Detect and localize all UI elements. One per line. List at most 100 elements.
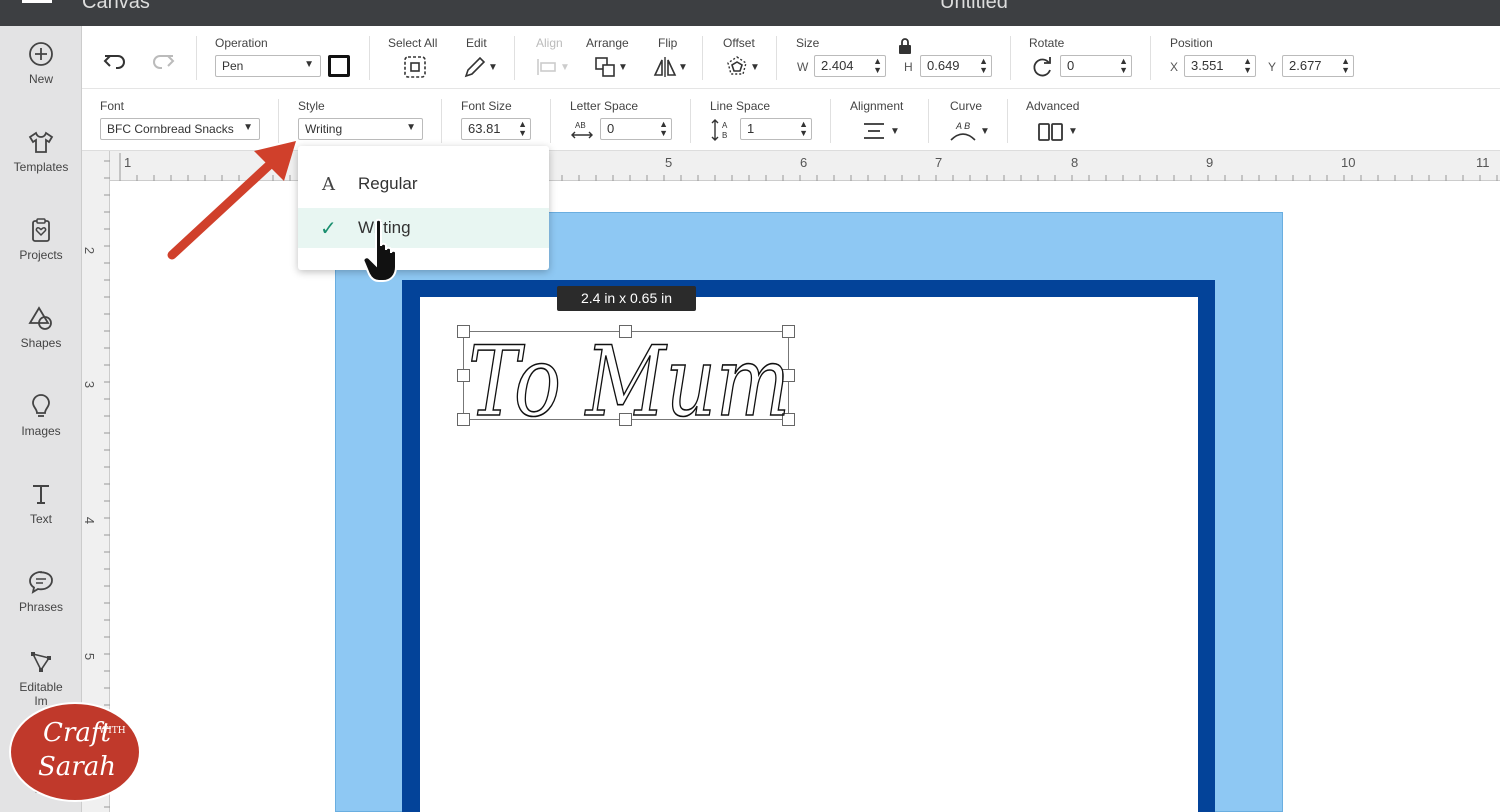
sidebar-item-label: Images: [21, 424, 61, 438]
sidebar-item-new[interactable]: New: [0, 40, 82, 86]
offset-label: Offset: [723, 36, 755, 50]
font-size-value: 63.81: [468, 121, 501, 136]
advanced-icon[interactable]: [1037, 120, 1065, 144]
arrange-icon[interactable]: [592, 54, 618, 80]
style-option-label: Regular: [358, 174, 418, 193]
arrange-label: Arrange: [586, 36, 629, 50]
style-option-writing[interactable]: ✓ Writing: [298, 208, 549, 248]
font-label: Font: [100, 99, 125, 113]
menu-icon[interactable]: [22, 0, 52, 6]
letter-space-label: Letter Space: [570, 99, 639, 113]
position-label: Position: [1170, 36, 1213, 50]
style-label: Style: [298, 99, 325, 113]
font-size-label: Font Size: [461, 99, 512, 113]
font-value: BFC Cornbread Snacks: [107, 122, 234, 136]
stepper-icon[interactable]: ▲ ▼: [659, 120, 668, 138]
sidebar-item-editable-images[interactable]: Editable Im: [0, 648, 82, 708]
check-icon: ✓: [320, 218, 337, 240]
rotate-input[interactable]: 0 ▲ ▼: [1060, 55, 1132, 77]
style-value: Writing: [305, 122, 343, 136]
style-option-regular[interactable]: A Regular: [298, 164, 549, 204]
align-center-icon[interactable]: [862, 120, 886, 144]
chevron-down-icon: ▼: [750, 62, 760, 73]
letter-space-input[interactable]: 0 ▲ ▼: [600, 118, 672, 140]
craft-with-sarah-logo: Craft WITH Sarah: [9, 702, 141, 802]
stepper-icon[interactable]: ▲ ▼: [799, 120, 808, 138]
chevron-down-icon: ▼: [618, 62, 628, 73]
pen-color-swatch[interactable]: [328, 55, 350, 77]
width-input[interactable]: 2.404 ▲ ▼: [814, 55, 886, 77]
style-select[interactable]: Writing ▼: [298, 118, 423, 140]
app-section-title: Canvas: [82, 0, 150, 13]
annotation-arrow: [167, 141, 296, 260]
lightbulb-icon: [27, 392, 55, 420]
sidebar-item-templates[interactable]: Templates: [0, 128, 82, 174]
clipboard-heart-icon: [27, 216, 55, 244]
operation-select[interactable]: Pen ▼: [215, 55, 321, 77]
edit-label: Edit: [466, 36, 487, 50]
align-icon: [534, 54, 560, 80]
line-space-input[interactable]: 1 ▲ ▼: [740, 118, 812, 140]
canvas-text-to-mum[interactable]: To Mum: [466, 323, 796, 423]
operation-label: Operation: [215, 36, 268, 50]
width-value: 2.404: [821, 58, 854, 73]
sidebar-item-phrases[interactable]: Phrases: [0, 568, 82, 614]
ruler-label: 4: [82, 516, 98, 525]
sidebar-item-shapes[interactable]: Shapes: [0, 304, 82, 350]
stepper-icon[interactable]: ▲ ▼: [979, 57, 988, 75]
ruler-label: 10: [1341, 155, 1356, 170]
chevron-down-icon: ▼: [980, 126, 990, 137]
ruler-label: 7: [935, 155, 943, 170]
rotate-icon[interactable]: [1029, 54, 1055, 80]
stepper-icon[interactable]: ▲ ▼: [518, 120, 527, 138]
regular-a-icon: A: [322, 174, 335, 195]
logo-line3: Sarah: [38, 752, 116, 782]
flip-icon[interactable]: [652, 54, 678, 80]
stepper-icon[interactable]: ▲ ▼: [873, 57, 882, 75]
height-input[interactable]: 0.649 ▲ ▼: [920, 55, 992, 77]
sidebar-item-label: Shapes: [20, 336, 62, 350]
style-dropdown-menu: A Regular ✓ Writing: [298, 146, 549, 270]
width-axis-label: W: [797, 60, 809, 74]
stepper-icon[interactable]: ▲ ▼: [1341, 57, 1350, 75]
line-space-label: Line Space: [710, 99, 771, 113]
tshirt-icon: [27, 128, 55, 156]
offset-icon[interactable]: [724, 54, 750, 80]
sidebar-item-projects[interactable]: Projects: [0, 216, 82, 262]
sidebar-item-text[interactable]: Text: [0, 480, 82, 526]
stepper-icon[interactable]: ▲ ▼: [1119, 57, 1128, 75]
hand-cursor-icon: [362, 218, 397, 282]
letter-space-icon: AB: [570, 118, 594, 142]
lock-icon[interactable]: [894, 36, 916, 58]
undo-icon[interactable]: [102, 48, 128, 74]
left-sidebar: New Templates Projects Shapes Images Tex…: [0, 26, 82, 812]
sidebar-item-label: Text: [29, 512, 52, 526]
plus-circle-icon: [27, 40, 55, 68]
ruler-label: 1: [124, 155, 132, 170]
stepper-icon[interactable]: ▲ ▼: [1243, 57, 1252, 75]
alignment-label: Alignment: [850, 99, 904, 113]
chevron-down-icon: ▼: [1068, 126, 1078, 137]
speech-bubble-icon: [27, 568, 55, 596]
font-size-input[interactable]: 63.81 ▲ ▼: [461, 118, 531, 140]
rotate-label: Rotate: [1029, 36, 1065, 50]
position-x-input[interactable]: 3.551 ▲ ▼: [1184, 55, 1256, 77]
redo-icon[interactable]: [150, 48, 176, 74]
letter-space-value: 0: [607, 121, 615, 136]
position-y-input[interactable]: 2.677 ▲ ▼: [1282, 55, 1354, 77]
project-title[interactable]: Untitled: [940, 0, 1008, 14]
ruler-label: 3: [82, 380, 98, 389]
sidebar-item-images[interactable]: Images: [0, 392, 82, 438]
curve-icon[interactable]: A B: [948, 118, 978, 144]
sidebar-item-label: Templates: [13, 160, 69, 174]
canvas-text: To Mum: [468, 326, 790, 423]
x-axis-label: X: [1170, 60, 1179, 74]
pencil-icon[interactable]: [462, 54, 488, 80]
line-space-value: 1: [747, 121, 755, 136]
align-label: Align: [536, 36, 563, 50]
ruler-label: 5: [665, 155, 673, 170]
ruler-label: 5: [82, 652, 98, 661]
ruler-label: 9: [1206, 155, 1214, 170]
ruler-label: 11: [1476, 155, 1490, 170]
select-all-icon[interactable]: [402, 54, 428, 80]
